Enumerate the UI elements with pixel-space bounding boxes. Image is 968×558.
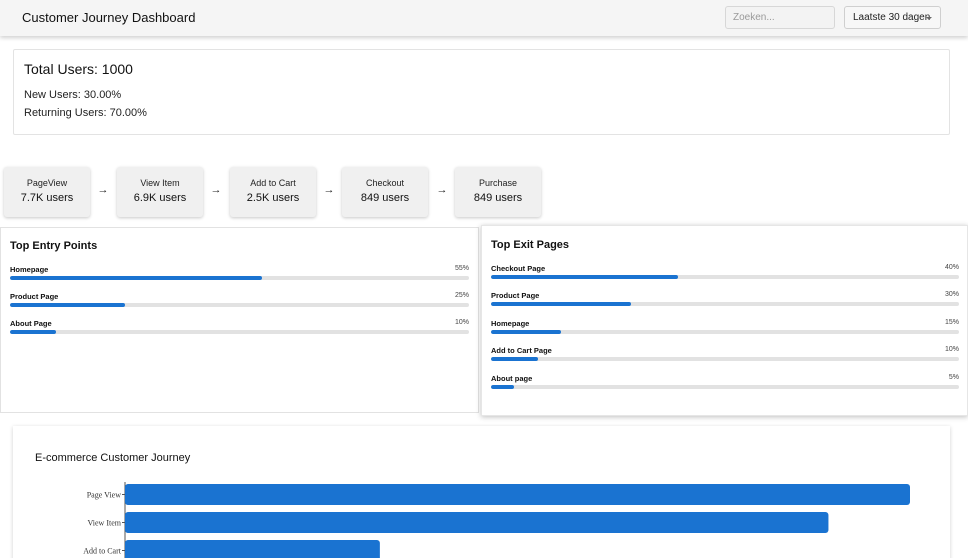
exit-item-percent: 5% <box>948 374 959 381</box>
app-title: Customer Journey Dashboard <box>22 10 196 25</box>
exit-item-label: Add to Cart Page <box>491 346 552 355</box>
funnel-step-name: Checkout <box>365 178 405 188</box>
entry-item-label: About Page <box>10 319 52 328</box>
chart-bar-view-item <box>125 512 829 533</box>
funnel-step-name: View Item <box>140 178 180 188</box>
journey-bar-chart: Page View View Item Add to Cart <box>83 482 910 558</box>
progress-track <box>491 302 959 306</box>
chart-category-label: Add to Cart <box>83 547 122 556</box>
progress-track <box>10 303 469 307</box>
entry-item-label: Product Page <box>10 292 59 301</box>
total-users: Total Users: 1000 <box>24 61 133 77</box>
user-summary-card: Total Users: 1000 New Users: 30.00% Retu… <box>13 49 950 135</box>
progress-fill <box>10 330 56 334</box>
arrow-right-icon: → <box>323 184 335 196</box>
progress-fill <box>491 275 679 279</box>
search-input[interactable] <box>725 6 835 29</box>
chart-category-label: View Item <box>87 519 121 528</box>
exit-item: Homepage 15% <box>491 319 959 339</box>
progress-track <box>491 385 959 389</box>
arrow-right-icon: → <box>210 184 222 196</box>
chart-bar-page-view <box>125 484 910 505</box>
new-users: New Users: 30.00% <box>24 89 122 101</box>
entry-item-percent: 10% <box>454 319 469 326</box>
entry-item: Product Page 25% <box>10 292 469 312</box>
funnel-step-add-to-cart: Add to Cart 2.5K users <box>230 167 316 217</box>
exit-item: Product Page 30% <box>491 291 959 311</box>
funnel-step-view-item: View Item 6.9K users <box>117 167 203 217</box>
progress-track <box>10 276 469 280</box>
panel-title: Top Exit Pages <box>491 239 570 251</box>
arrow-right-icon: → <box>436 184 448 196</box>
chart-bar-add-to-cart <box>125 540 380 558</box>
progress-track <box>491 357 959 361</box>
period-dropdown-label: Laatste 30 dagen <box>853 12 931 23</box>
funnel-step-users: 6.9K users <box>133 192 187 204</box>
returning-users: Returning Users: 70.00% <box>24 107 147 119</box>
exit-item: Add to Cart Page 10% <box>491 346 959 366</box>
funnel-step-users: 849 users <box>360 192 410 204</box>
progress-track <box>491 275 959 279</box>
funnel-step-purchase: Purchase 849 users <box>455 167 541 217</box>
funnel-step-users: 7.7K users <box>20 192 74 204</box>
funnel-step-users: 849 users <box>473 192 523 204</box>
entry-item-label: Homepage <box>10 265 49 274</box>
funnel-step-name: Add to Cart <box>250 178 296 188</box>
exit-item-label: Homepage <box>491 319 530 328</box>
top-entry-points-panel: Top Entry Points Homepage 55% Product Pa… <box>0 227 479 413</box>
chart-category-label: Page View <box>87 491 121 500</box>
funnel-step-name: PageView <box>26 178 68 188</box>
progress-fill <box>491 357 538 361</box>
funnel-step-name: Purchase <box>478 178 518 188</box>
funnel-step-pageview: PageView 7.7K users <box>4 167 90 217</box>
exit-item-label: About page <box>491 374 533 383</box>
caret-down-icon <box>926 17 932 20</box>
arrow-right-icon: → <box>97 184 109 196</box>
entry-item-percent: 55% <box>454 265 469 272</box>
entry-item: Homepage 55% <box>10 265 469 285</box>
progress-track <box>10 330 469 334</box>
funnel-step-checkout: Checkout 849 users <box>342 167 428 217</box>
progress-fill <box>491 330 562 334</box>
journey-chart-card: E-commerce Customer Journey Page View Vie… <box>13 426 950 558</box>
top-exit-pages-panel: Top Exit Pages Checkout Page 40% Product… <box>481 225 968 416</box>
exit-item-label: Product Page <box>491 291 540 300</box>
progress-fill <box>491 385 515 389</box>
exit-item-percent: 15% <box>944 319 959 326</box>
top-bar: Customer Journey Dashboard Laatste 30 da… <box>0 0 968 36</box>
progress-fill <box>10 276 263 280</box>
progress-fill <box>491 302 632 306</box>
exit-item-percent: 40% <box>944 264 959 271</box>
exit-item-label: Checkout Page <box>491 264 546 273</box>
exit-item-percent: 30% <box>944 291 959 298</box>
panel-title: Top Entry Points <box>10 240 98 252</box>
funnel-step-users: 2.5K users <box>246 192 300 204</box>
exit-item-percent: 10% <box>944 346 959 353</box>
progress-fill <box>10 303 125 307</box>
entry-item: About Page 10% <box>10 319 469 339</box>
entry-item-percent: 25% <box>454 292 469 299</box>
progress-track <box>491 330 959 334</box>
exit-item: Checkout Page 40% <box>491 264 959 284</box>
exit-item: About page 5% <box>491 374 959 394</box>
period-dropdown[interactable]: Laatste 30 dagen <box>844 6 941 29</box>
